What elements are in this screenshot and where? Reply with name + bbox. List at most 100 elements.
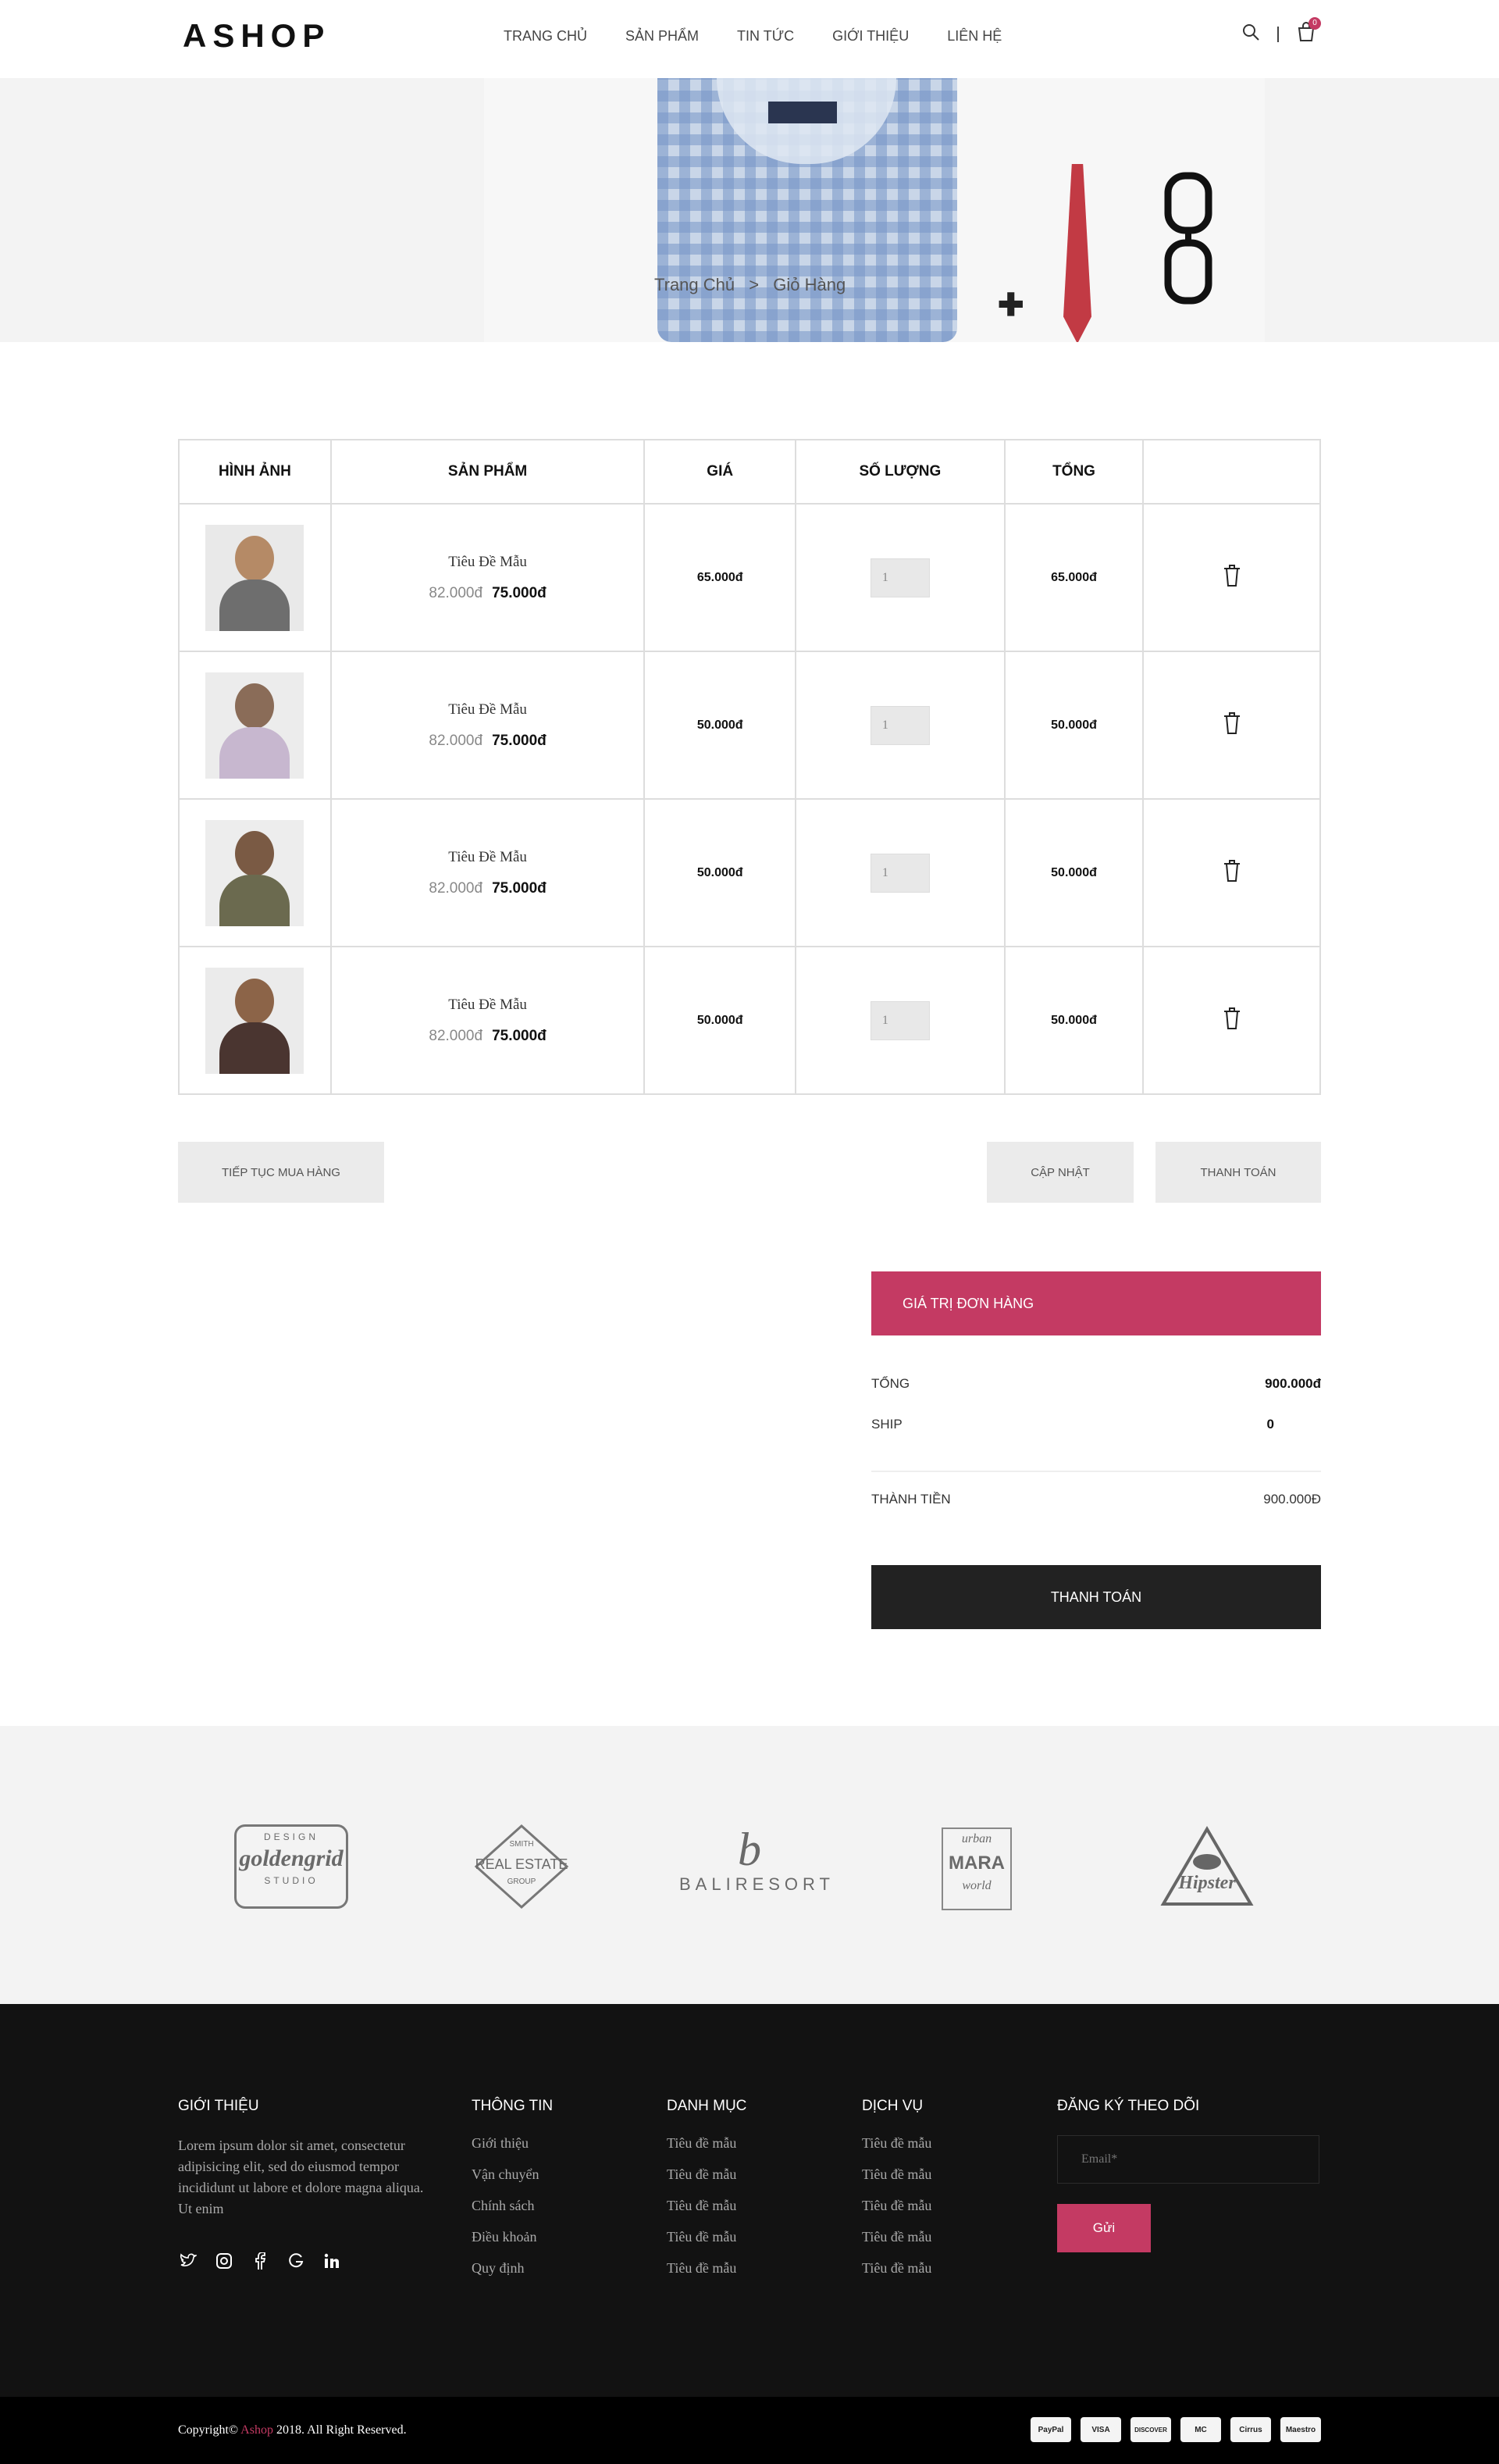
header-quantity: SỐ LƯỢNG: [795, 439, 1006, 505]
footer-category-link[interactable]: Tiêu đề mẫu: [667, 2229, 746, 2245]
discover-icon: DISCOVER: [1130, 2417, 1171, 2442]
product-old-price: 82.000đ: [429, 584, 483, 601]
brand-realestate-bot: GROUP: [507, 1877, 536, 1886]
copyright-brand-link[interactable]: Ashop: [240, 2423, 273, 2437]
checkout-button[interactable]: THANH TOÁN: [1155, 1142, 1321, 1203]
brand-logo-real-estate[interactable]: SMITH REAL ESTATE GROUP: [473, 1823, 570, 1910]
footer-services-title: DỊCH VỤ: [862, 2098, 924, 2114]
breadcrumb-home[interactable]: Trang Chủ: [654, 275, 735, 294]
footer-category-link[interactable]: Tiêu đề mẫu: [667, 2260, 746, 2277]
header-image: HÌNH ẢNH: [178, 439, 332, 505]
product-thumbnail[interactable]: [205, 524, 304, 631]
brand-baliresort-mark: b: [738, 1824, 761, 1875]
summary-divider: [871, 1471, 1321, 1472]
header-divider: [1277, 26, 1279, 42]
product-title[interactable]: Tiêu Đề Mẫu: [332, 849, 643, 866]
footer-service-link[interactable]: Tiêu đề mẫu: [862, 2135, 931, 2152]
footer-link-policy[interactable]: Chính sách: [472, 2198, 553, 2214]
trash-icon[interactable]: [1223, 565, 1241, 590]
cart-icon[interactable]: 0: [1296, 17, 1321, 46]
product-image-cell: [178, 946, 332, 1095]
footer-link-shipping[interactable]: Vận chuyển: [472, 2166, 553, 2183]
brand-logos-section: DESIGN goldengrid STUDIO SMITH REAL ESTA…: [0, 1726, 1499, 2004]
brand-logo-hipster[interactable]: Hipster: [1160, 1824, 1254, 1910]
footer-service-link[interactable]: Tiêu đề mẫu: [862, 2260, 931, 2277]
mastercard-icon: MC: [1180, 2417, 1221, 2442]
nav-home[interactable]: TRANG CHỦ: [504, 28, 587, 45]
trash-icon[interactable]: [1223, 712, 1241, 738]
table-row: Tiêu Đề Mẫu 82.000đ 75.000đ 65.000đ 65.00…: [178, 503, 1321, 652]
logo[interactable]: ASHOP: [183, 17, 330, 55]
product-info-cell: Tiêu Đề Mẫu 82.000đ 75.000đ: [329, 503, 646, 652]
nav-products[interactable]: SẢN PHẨM: [625, 28, 699, 45]
twitter-icon[interactable]: [178, 2251, 198, 2271]
trash-icon[interactable]: [1223, 860, 1241, 886]
unit-price: 50.000đ: [643, 798, 797, 947]
quantity-input[interactable]: [870, 558, 930, 597]
footer-service-link[interactable]: Tiêu đề mẫu: [862, 2229, 931, 2245]
search-icon[interactable]: [1241, 23, 1260, 45]
email-field[interactable]: [1057, 2135, 1319, 2184]
remove-cell: [1142, 503, 1321, 652]
footer-category-link[interactable]: Tiêu đề mẫu: [667, 2166, 746, 2183]
product-title[interactable]: Tiêu Đề Mẫu: [332, 554, 643, 571]
summary-total-row: TỔNG 900.000đ: [871, 1376, 1321, 1392]
line-total: 50.000đ: [1003, 946, 1145, 1095]
subscribe-send-button[interactable]: Gửi: [1057, 2204, 1151, 2252]
brand-mara-mid: MARA: [949, 1852, 1005, 1874]
remove-cell: [1142, 798, 1321, 947]
footer-link-about[interactable]: Giới thiệu: [472, 2135, 553, 2152]
footer-link-terms[interactable]: Điều khoản: [472, 2229, 553, 2245]
nav-contact[interactable]: LIÊN HỆ: [947, 28, 1002, 45]
summary-ship-row: SHIP 0: [871, 1417, 1321, 1432]
update-cart-button[interactable]: CẬP NHẬT: [987, 1142, 1134, 1203]
brand-logo-mara[interactable]: urban MARA world: [942, 1827, 1012, 1910]
table-row: Tiêu Đề Mẫu 82.000đ 75.000đ 50.000đ 50.00…: [178, 946, 1321, 1095]
google-icon[interactable]: [286, 2251, 306, 2271]
product-new-price: 75.000đ: [492, 584, 547, 601]
footer-category-link[interactable]: Tiêu đề mẫu: [667, 2198, 746, 2214]
breadcrumb: Trang Chủ > Giỏ Hàng: [654, 275, 855, 295]
trash-icon[interactable]: [1223, 1007, 1241, 1033]
footer-about-title: GIỚI THIỆU: [178, 2098, 259, 2114]
continue-shopping-button[interactable]: TIẾP TỤC MUA HÀNG: [178, 1142, 384, 1203]
footer-service-link[interactable]: Tiêu đề mẫu: [862, 2198, 931, 2214]
product-new-price: 75.000đ: [492, 732, 547, 749]
table-row: Tiêu Đề Mẫu 82.000đ 75.000đ 50.000đ 50.00…: [178, 798, 1321, 947]
quantity-input[interactable]: [870, 1000, 930, 1040]
facebook-icon[interactable]: [250, 2251, 270, 2271]
brand-logo-goldengrid[interactable]: DESIGN goldengrid STUDIO: [234, 1824, 348, 1909]
footer-categories-title: DANH MỤC: [667, 2098, 747, 2114]
bottom-bar: Copyright© Ashop 2018. All Right Reserve…: [0, 2397, 1499, 2464]
maestro-icon: Maestro: [1280, 2417, 1321, 2442]
copyright: Copyright© Ashop 2018. All Right Reserve…: [178, 2423, 407, 2437]
cirrus-icon: Cirrus: [1230, 2417, 1271, 2442]
copyright-suffix: 2018. All Right Reserved.: [276, 2423, 407, 2437]
footer-subscribe: ĐĂNG KÝ THEO DÕI Gửi: [1057, 2098, 1319, 2252]
product-thumbnail[interactable]: [205, 967, 304, 1074]
product-title[interactable]: Tiêu Đề Mẫu: [332, 997, 643, 1014]
summary-grand-value: 900.000Đ: [1263, 1492, 1321, 1507]
product-thumbnail[interactable]: [205, 819, 304, 926]
quantity-input[interactable]: [870, 705, 930, 745]
remove-cell: [1142, 946, 1321, 1095]
footer-service-link[interactable]: Tiêu đề mẫu: [862, 2166, 931, 2183]
product-thumbnail[interactable]: [205, 672, 304, 779]
pay-button[interactable]: THANH TOÁN: [871, 1565, 1321, 1629]
quantity-input[interactable]: [870, 853, 930, 893]
line-total: 50.000đ: [1003, 651, 1145, 800]
quantity-cell: [795, 798, 1006, 947]
remove-cell: [1142, 651, 1321, 800]
footer-category-link[interactable]: Tiêu đề mẫu: [667, 2135, 746, 2152]
nav-about[interactable]: GIỚI THIỆU: [832, 28, 909, 45]
instagram-icon[interactable]: [214, 2251, 234, 2271]
product-title[interactable]: Tiêu Đề Mẫu: [332, 701, 643, 719]
nav-news[interactable]: TIN TỨC: [737, 28, 794, 45]
line-total: 50.000đ: [1003, 798, 1145, 947]
footer-subscribe-title: ĐĂNG KÝ THEO DÕI: [1057, 2098, 1200, 2114]
brand-logo-baliresort[interactable]: b BALIRESORT: [679, 1824, 830, 1910]
main-nav: TRANG CHỦ SẢN PHẨM TIN TỨC GIỚI THIỆU LI…: [504, 28, 1040, 45]
footer-link-rules[interactable]: Quy định: [472, 2260, 553, 2277]
breadcrumb-separator: >: [749, 275, 760, 294]
linkedin-icon[interactable]: [322, 2251, 342, 2271]
